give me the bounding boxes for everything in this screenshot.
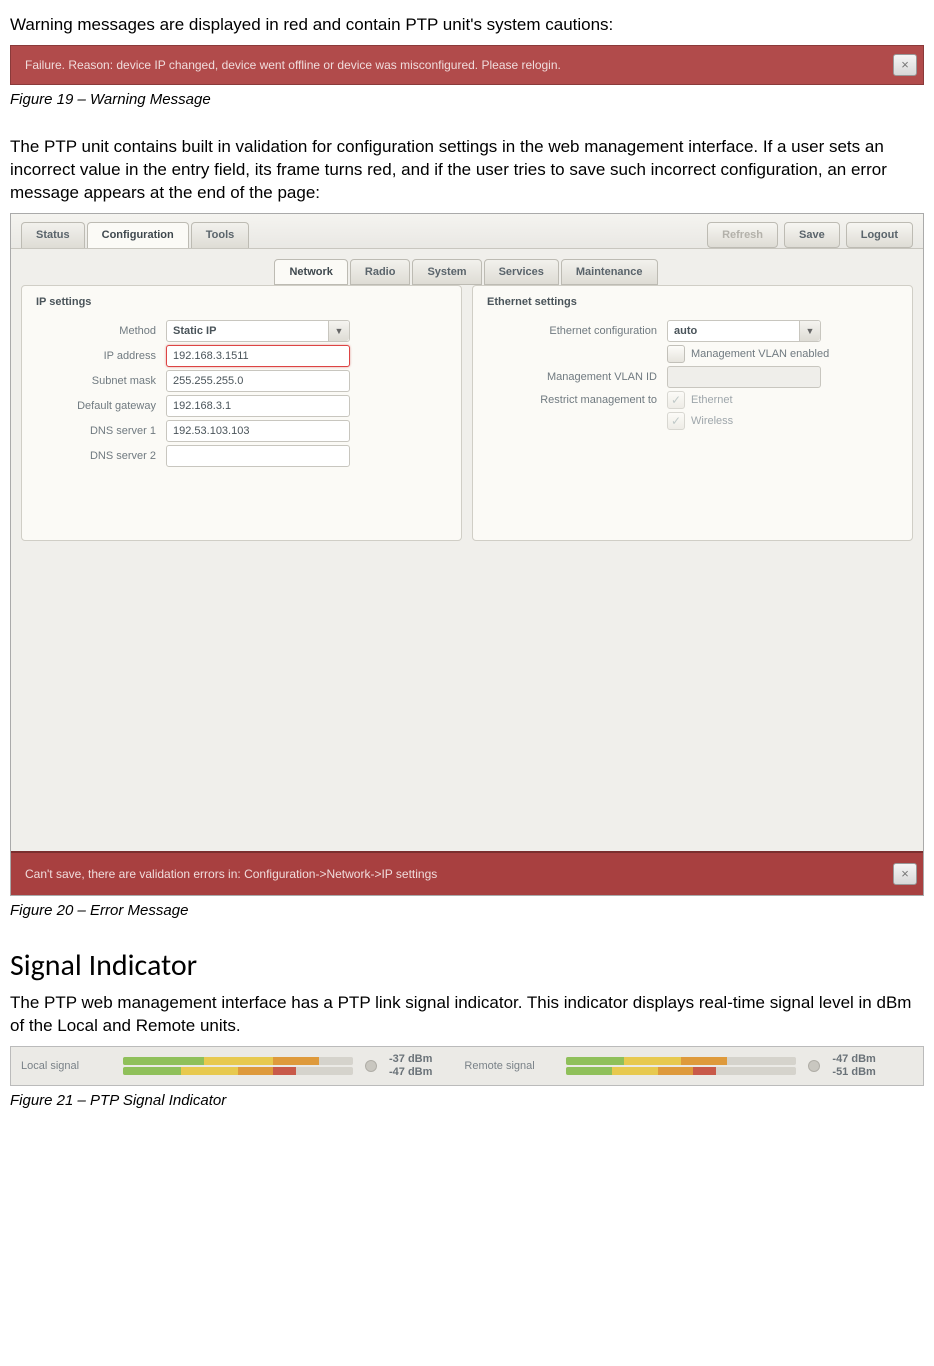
chevron-down-icon[interactable]: ▼ xyxy=(328,321,349,341)
restrict-wireless-label: Wireless xyxy=(691,415,733,427)
restrict-ethernet-label: Ethernet xyxy=(691,394,733,406)
logout-button[interactable]: Logout xyxy=(846,222,913,248)
tab-tools[interactable]: Tools xyxy=(191,222,250,248)
warning-text: Failure. Reason: device IP changed, devi… xyxy=(25,58,561,72)
ethernet-settings-panel: Ethernet settings Ethernet configuration… xyxy=(472,285,913,541)
remote-signal-label: Remote signal xyxy=(464,1060,554,1072)
restrict-label: Restrict management to xyxy=(487,394,667,406)
restrict-ethernet-checkbox[interactable]: ✓ xyxy=(667,391,685,409)
vlan-enabled-checkbox[interactable] xyxy=(667,345,685,363)
main-tab-row: Status Configuration Tools Refresh Save … xyxy=(11,214,923,249)
tab-status[interactable]: Status xyxy=(21,222,85,248)
remote-signal-bars xyxy=(566,1057,796,1075)
error-banner: Can't save, there are validation errors … xyxy=(11,851,923,895)
tab-configuration[interactable]: Configuration xyxy=(87,222,189,248)
figure21-caption: Figure 21 – PTP Signal Indicator xyxy=(10,1092,924,1109)
save-button[interactable]: Save xyxy=(784,222,840,248)
sub-tab-row: Network Radio System Services Maintenanc… xyxy=(11,249,923,285)
remote-bot-value: -51 dBm xyxy=(832,1066,875,1079)
dns2-input[interactable] xyxy=(166,445,350,467)
subtab-radio[interactable]: Radio xyxy=(350,259,411,285)
vlan-enabled-label: Management VLAN enabled xyxy=(691,348,829,360)
signal-indicator-screenshot: Local signal -37 dBm -47 dBm Remote sign… xyxy=(10,1046,924,1086)
ethernet-settings-title: Ethernet settings xyxy=(487,296,898,308)
chevron-down-icon[interactable]: ▼ xyxy=(799,321,820,341)
dns1-label: DNS server 1 xyxy=(36,425,166,437)
warning-banner: Failure. Reason: device IP changed, devi… xyxy=(10,45,924,85)
eth-config-select[interactable] xyxy=(667,320,821,342)
validation-paragraph: The PTP unit contains built in validatio… xyxy=(10,136,924,205)
method-select[interactable] xyxy=(166,320,350,342)
figure19-caption: Figure 19 – Warning Message xyxy=(10,91,924,108)
subtab-system[interactable]: System xyxy=(412,259,481,285)
default-gateway-label: Default gateway xyxy=(36,400,166,412)
close-icon[interactable]: × xyxy=(893,54,917,76)
restrict-wireless-checkbox[interactable]: ✓ xyxy=(667,412,685,430)
ip-settings-panel: IP settings Method ▼ IP address Subnet m… xyxy=(21,285,462,541)
subnet-mask-label: Subnet mask xyxy=(36,375,166,387)
local-top-value: -37 dBm xyxy=(389,1053,432,1066)
close-icon[interactable]: × xyxy=(893,863,917,885)
signal-indicator-heading: Signal Indicator xyxy=(10,947,924,984)
config-screenshot: Status Configuration Tools Refresh Save … xyxy=(10,213,924,896)
local-signal-dot-icon xyxy=(365,1060,377,1072)
eth-config-label: Ethernet configuration xyxy=(487,325,667,337)
local-signal-label: Local signal xyxy=(21,1060,111,1072)
ip-settings-title: IP settings xyxy=(36,296,447,308)
method-label: Method xyxy=(36,325,166,337)
figure20-caption: Figure 20 – Error Message xyxy=(10,902,924,919)
ip-address-label: IP address xyxy=(36,350,166,362)
default-gateway-input[interactable] xyxy=(166,395,350,417)
local-signal-bars xyxy=(123,1057,353,1075)
remote-signal-dot-icon xyxy=(808,1060,820,1072)
remote-top-value: -47 dBm xyxy=(832,1053,875,1066)
refresh-button[interactable]: Refresh xyxy=(707,222,778,248)
dns2-label: DNS server 2 xyxy=(36,450,166,462)
subnet-mask-input[interactable] xyxy=(166,370,350,392)
subtab-services[interactable]: Services xyxy=(484,259,559,285)
error-text: Can't save, there are validation errors … xyxy=(25,867,437,881)
vlan-id-label: Management VLAN ID xyxy=(487,371,667,383)
intro-paragraph: Warning messages are displayed in red an… xyxy=(10,14,924,37)
local-bot-value: -47 dBm xyxy=(389,1066,432,1079)
signal-paragraph: The PTP web management interface has a P… xyxy=(10,992,924,1038)
vlan-id-input[interactable] xyxy=(667,366,821,388)
blank-area xyxy=(11,551,923,851)
subtab-maintenance[interactable]: Maintenance xyxy=(561,259,658,285)
subtab-network[interactable]: Network xyxy=(274,259,347,285)
dns1-input[interactable] xyxy=(166,420,350,442)
ip-address-input[interactable] xyxy=(166,345,350,367)
